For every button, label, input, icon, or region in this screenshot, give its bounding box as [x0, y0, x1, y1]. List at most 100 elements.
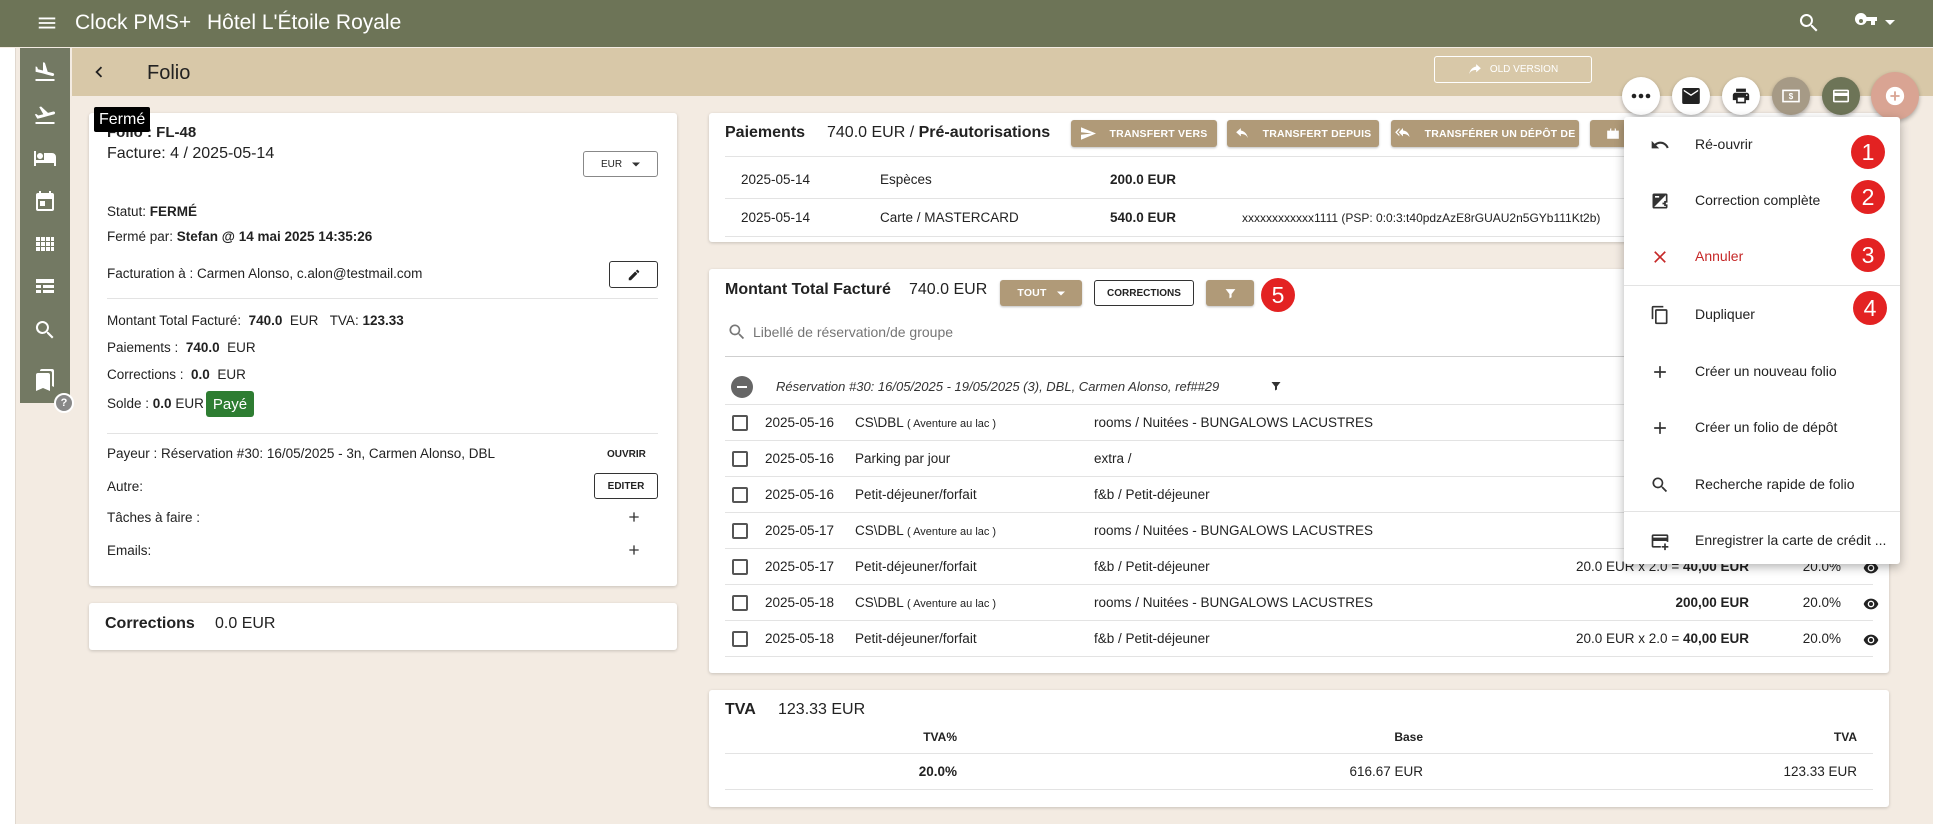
corrections-title: Corrections — [105, 615, 195, 632]
row-checkbox[interactable] — [732, 559, 748, 575]
search-icon[interactable] — [1797, 11, 1821, 35]
grid-icon[interactable] — [33, 232, 57, 256]
balance-value: 0.0 — [152, 396, 172, 411]
menu-item-label: Recherche rapide de folio — [1695, 476, 1855, 492]
filter-icon — [1225, 288, 1235, 298]
transfer-deposit-label: TRANSFÉRER UN DÉPÔT DE — [1424, 127, 1576, 140]
collapse-group-icon[interactable] — [731, 376, 753, 398]
menu-item-label: Correction complète — [1695, 192, 1821, 208]
add-action-button[interactable] — [1871, 72, 1919, 120]
paid-badge: Payé — [206, 391, 254, 417]
vat-card: TVA 123.33 EUR TVA% Base TVA 20.0% 616.6… — [709, 690, 1889, 807]
row-checkbox[interactable] — [732, 415, 748, 431]
view-eye-icon[interactable] — [1863, 598, 1879, 610]
menu-item-new-deposit-folio[interactable]: Créer un folio de dépôt — [1624, 400, 1900, 456]
add-email-plus-icon[interactable] — [626, 542, 642, 558]
back-arrow-icon[interactable] — [88, 61, 110, 83]
chevron-down-icon[interactable] — [1884, 19, 1896, 27]
all-filter-button[interactable]: TOUT — [1000, 280, 1082, 306]
menu-item-quick-search[interactable]: Recherche rapide de folio — [1624, 457, 1900, 513]
divider — [725, 789, 1873, 790]
corrections-button[interactable]: CORRECTIONS — [1094, 280, 1194, 306]
reply-all-icon — [1394, 127, 1410, 137]
total-label: Montant Total Facturé: — [107, 313, 242, 328]
vat-header-amount: TVA — [1833, 730, 1857, 744]
reservation-search-input[interactable] — [753, 319, 1403, 345]
rooms-bed-icon[interactable] — [33, 146, 57, 170]
departures-icon[interactable] — [33, 103, 57, 127]
cash-payment-button[interactable]: $ — [1772, 77, 1810, 115]
filter-button[interactable] — [1206, 280, 1254, 306]
menu-item-new-folio[interactable]: Créer un nouveau folio — [1624, 344, 1900, 400]
add-task-plus-icon[interactable] — [626, 509, 642, 525]
old-version-button[interactable]: OLD VERSION — [1434, 56, 1592, 83]
charge-category: rooms / Nuitées - BUNGALOWS LACUSTRES — [1094, 523, 1374, 538]
charge-date: 2025-05-18 — [765, 595, 835, 610]
transfer-to-label: TRANSFERT VERS — [1109, 127, 1208, 140]
search-nav-icon[interactable] — [33, 318, 57, 342]
corrections-label: Corrections : — [107, 367, 184, 382]
charge-item-name: Parking par jour — [855, 451, 951, 466]
vat-label: TVA: — [329, 313, 359, 328]
transfer-to-button[interactable]: TRANSFERT VERS — [1071, 120, 1217, 147]
menu-item-label: Ré-ouvrir — [1695, 136, 1753, 152]
preauth-link[interactable]: Pré-autorisations — [919, 124, 1051, 141]
menu-icon[interactable] — [36, 12, 58, 34]
more-options-button[interactable] — [1622, 77, 1660, 115]
charges-amount: 740.0 EUR — [909, 281, 988, 298]
table-icon[interactable] — [33, 275, 57, 299]
charge-item-name: Petit-déjeuner/forfait — [855, 559, 977, 574]
old-version-label: OLD VERSION — [1489, 64, 1559, 75]
vat-value: 123.33 — [362, 313, 404, 328]
email-button[interactable] — [1672, 77, 1710, 115]
group-filter-icon[interactable] — [1270, 380, 1282, 392]
edit-other-button[interactable]: EDITER — [594, 473, 658, 499]
dropdown-caret-icon — [632, 162, 641, 166]
arrivals-icon[interactable] — [33, 60, 57, 84]
view-eye-icon[interactable] — [1863, 634, 1879, 646]
bookmarks-icon[interactable] — [33, 368, 57, 392]
charge-item: CS\DBL ( Aventure au lac ) — [855, 415, 996, 430]
menu-item-label: Créer un nouveau folio — [1695, 363, 1837, 379]
payments-value: 740.0 — [185, 340, 220, 355]
payments-title: Paiements — [725, 124, 806, 141]
charge-date: 2025-05-17 — [765, 559, 835, 574]
search-icon — [1650, 475, 1670, 495]
vat-header-rate: TVA% — [923, 730, 957, 744]
open-payer-button[interactable]: OUVRIR — [607, 449, 646, 460]
annotation-badge-2: 2 — [1851, 180, 1885, 214]
charge-date: 2025-05-17 — [765, 523, 835, 538]
folio-state-chip: Fermé — [94, 107, 151, 132]
payment-method: Espèces — [880, 172, 932, 187]
closed-by-line: Fermé par: Stefan @ 14 mai 2025 14:35:26 — [107, 229, 372, 244]
charge-item-note: ( Aventure au lac ) — [907, 598, 997, 610]
payment-method: Carte / MASTERCARD — [880, 210, 1019, 225]
charge-item-name: Petit-déjeuner/forfait — [855, 487, 977, 502]
edit-billing-button[interactable] — [609, 261, 658, 288]
status-value: FERMÉ — [149, 204, 198, 219]
help-icon[interactable]: ? — [54, 393, 74, 413]
charge-item: CS\DBL ( Aventure au lac ) — [855, 523, 996, 538]
charge-item: Parking par jour — [855, 451, 950, 466]
closed-by-label: Fermé par: — [107, 229, 177, 244]
menu-item-label: Enregistrer la carte de crédit ... — [1695, 532, 1887, 548]
row-checkbox[interactable] — [732, 451, 748, 467]
row-checkbox[interactable] — [732, 487, 748, 503]
invoice-line: Facture: 4 / 2025-05-14 — [107, 145, 275, 162]
transfer-deposit-button[interactable]: TRANSFÉRER UN DÉPÔT DE — [1391, 120, 1579, 147]
charge-calc: 200,00 EUR — [1675, 595, 1749, 610]
transfer-from-button[interactable]: TRANSFERT DEPUIS — [1227, 120, 1379, 147]
print-button[interactable] — [1722, 77, 1760, 115]
charge-item-name: CS\DBL — [855, 595, 904, 610]
currency-select[interactable]: EUR — [583, 151, 658, 177]
row-checkbox[interactable] — [732, 523, 748, 539]
calendar-icon[interactable] — [33, 189, 57, 213]
row-checkbox[interactable] — [732, 595, 748, 611]
card-payment-button[interactable] — [1822, 77, 1860, 115]
menu-item-save-credit-card[interactable]: Enregistrer la carte de crédit ... — [1624, 513, 1900, 569]
corrections-value: 0.0 — [191, 367, 210, 382]
divider — [725, 656, 1873, 657]
key-icon[interactable] — [1853, 11, 1879, 35]
row-checkbox[interactable] — [732, 631, 748, 647]
charge-item: Petit-déjeuner/forfait — [855, 559, 977, 574]
